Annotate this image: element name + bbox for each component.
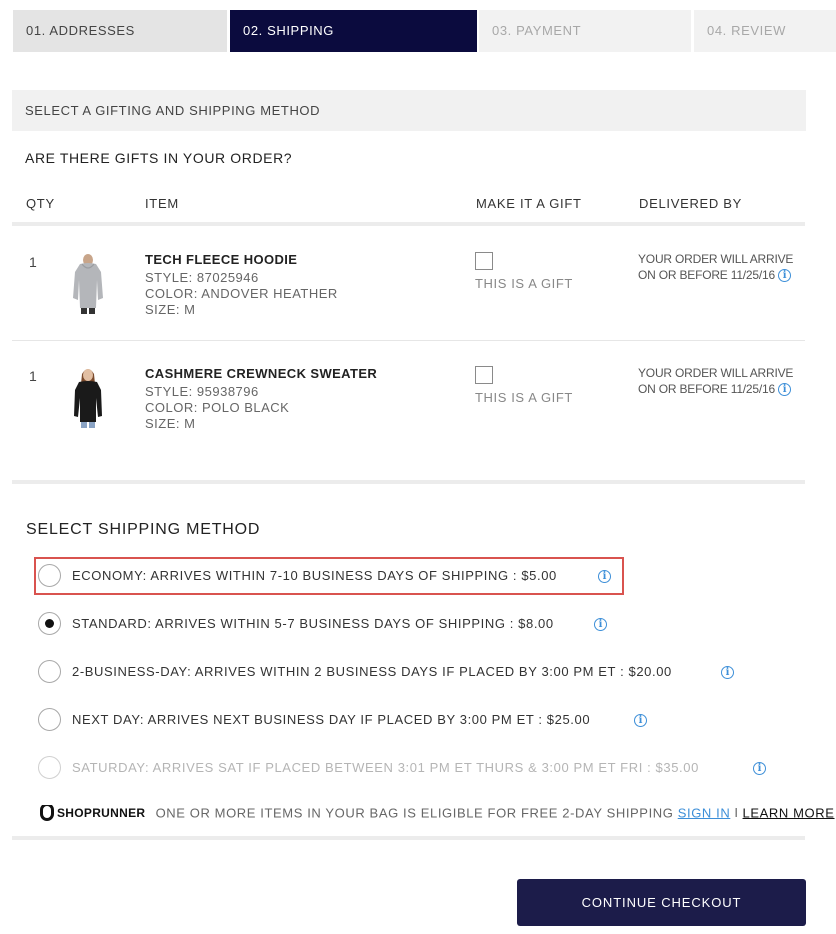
shoprunner-logo-icon — [40, 805, 54, 821]
info-icon[interactable]: i — [634, 714, 647, 727]
shoprunner-banner: SHOPRUNNER ONE OR MORE ITEMS IN YOUR BAG… — [40, 805, 836, 823]
delivery-line-1: YOUR ORDER WILL ARRIVE — [638, 252, 794, 266]
radio-2-day[interactable] — [38, 660, 61, 683]
step-payment: 03. PAYMENT — [479, 10, 691, 52]
column-delivered: DELIVERED BY — [639, 196, 743, 211]
shipping-option-label[interactable]: 2-BUSINESS-DAY: ARRIVES WITHIN 2 BUSINES… — [72, 664, 672, 679]
info-icon[interactable]: i — [598, 570, 611, 583]
radio-standard[interactable] — [38, 612, 61, 635]
table-divider — [12, 222, 805, 226]
item-name[interactable]: CASHMERE CREWNECK SWEATER — [145, 366, 377, 381]
item-qty: 1 — [29, 368, 37, 384]
step-review: 04. REVIEW — [694, 10, 836, 52]
checkout-steps: 01. ADDRESSES 02. SHIPPING 03. PAYMENT 0… — [13, 10, 836, 52]
item-style: STYLE: 95938796 — [145, 384, 259, 399]
shipping-option-label: SATURDAY: ARRIVES SAT IF PLACED BETWEEN … — [72, 760, 699, 775]
delivery-estimate: YOUR ORDER WILL ARRIVE ON OR BEFORE 11/2… — [638, 365, 793, 397]
table-row: 1 TECH FLEECE HOODIE STYLE: 87025946 COL… — [12, 230, 805, 340]
footer-divider — [12, 836, 805, 840]
shipping-option-label[interactable]: NEXT DAY: ARRIVES NEXT BUSINESS DAY IF P… — [72, 712, 590, 727]
link-separator: I — [734, 805, 739, 821]
item-size: SIZE: M — [145, 416, 196, 431]
shipping-heading: SELECT SHIPPING METHOD — [26, 521, 261, 538]
sign-in-link[interactable]: SIGN IN — [678, 805, 731, 820]
table-row: 1 CASHMERE CREWNECK SWEATER STYLE: 95938… — [12, 344, 805, 454]
delivery-line-2: ON OR BEFORE 11/25/16 — [638, 382, 775, 396]
shoprunner-logo: SHOPRUNNER — [57, 806, 146, 821]
item-style: STYLE: 87025946 — [145, 270, 259, 285]
delivery-line-1: YOUR ORDER WILL ARRIVE — [638, 366, 794, 380]
item-size: SIZE: M — [145, 302, 196, 317]
item-name[interactable]: TECH FLEECE HOODIE — [145, 252, 297, 267]
gift-checkbox-label[interactable]: THIS IS A GIFT — [475, 276, 573, 291]
section-divider — [12, 480, 805, 484]
delivery-estimate: YOUR ORDER WILL ARRIVE ON OR BEFORE 11/2… — [638, 251, 793, 283]
step-shipping[interactable]: 02. SHIPPING — [230, 10, 477, 52]
radio-next-day[interactable] — [38, 708, 61, 731]
radio-saturday — [38, 756, 61, 779]
info-icon[interactable]: i — [778, 269, 792, 283]
shoprunner-message: ONE OR MORE ITEMS IN YOUR BAG IS ELIGIBL… — [155, 805, 674, 821]
gift-checkbox[interactable] — [475, 366, 493, 384]
item-color: COLOR: POLO BLACK — [145, 400, 290, 415]
gift-checkbox-label[interactable]: THIS IS A GIFT — [475, 390, 573, 405]
column-gift: MAKE IT A GIFT — [476, 196, 582, 211]
info-icon[interactable]: i — [594, 618, 607, 631]
info-icon[interactable]: i — [721, 666, 734, 679]
hoodie-image — [73, 254, 103, 314]
row-divider — [12, 340, 805, 341]
radio-economy[interactable] — [38, 564, 61, 587]
delivery-line-2: ON OR BEFORE 11/25/16 — [638, 268, 775, 282]
column-item: ITEM — [145, 196, 179, 211]
info-icon[interactable]: i — [753, 762, 766, 775]
column-qty: QTY — [26, 196, 55, 211]
section-title: SELECT A GIFTING AND SHIPPING METHOD — [12, 90, 806, 131]
continue-checkout-button[interactable]: CONTINUE CHECKOUT — [517, 879, 806, 926]
item-qty: 1 — [29, 254, 37, 270]
sweater-image — [74, 369, 102, 428]
shipping-option-label[interactable]: ECONOMY: ARRIVES WITHIN 7-10 BUSINESS DA… — [72, 568, 557, 583]
gifts-heading: ARE THERE GIFTS IN YOUR ORDER? — [25, 150, 293, 166]
gift-checkbox[interactable] — [475, 252, 493, 270]
info-icon[interactable]: i — [778, 383, 792, 397]
step-addresses[interactable]: 01. ADDRESSES — [13, 10, 227, 52]
item-color: COLOR: ANDOVER HEATHER — [145, 286, 338, 301]
shipping-option-label[interactable]: STANDARD: ARRIVES WITHIN 5-7 BUSINESS DA… — [72, 616, 554, 631]
learn-more-link[interactable]: LEARN MORE — [743, 805, 835, 820]
